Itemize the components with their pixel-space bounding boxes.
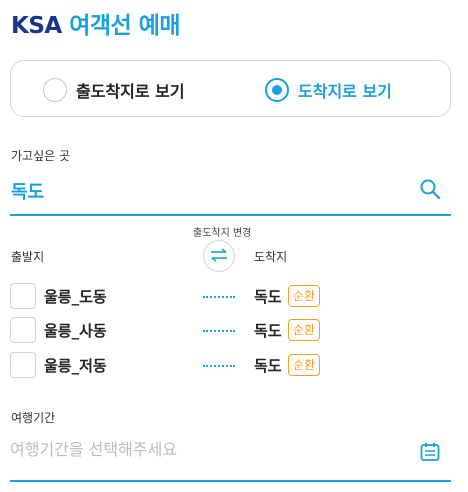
brand-name: KSA [11, 13, 62, 39]
radio-button-selected[interactable] [265, 77, 289, 102]
title-text: 여객선 예매 [69, 13, 181, 39]
swap-arrows-icon [210, 247, 228, 266]
route-type-badge: 순환 [288, 285, 321, 307]
period-field[interactable] [10, 432, 451, 482]
radio-label: 도착지로 보기 [298, 81, 392, 101]
route-connector [203, 365, 235, 367]
period-input[interactable] [10, 440, 390, 459]
route-checkbox[interactable] [10, 317, 36, 343]
swap-label: 출도착지 변경 [193, 228, 252, 239]
route-row[interactable]: 울릉_도동 독도 순환 [10, 283, 451, 311]
destination-label: 가고싶은 곳 [11, 149, 71, 163]
radio-label: 출도착지로 보기 [76, 81, 185, 101]
radio-option-destination[interactable]: 도착지로 보기 [265, 61, 392, 118]
page-title: KSA 여객선 예매 [11, 6, 181, 40]
route-row[interactable]: 울릉_저동 독도 순환 [10, 352, 451, 380]
route-arrival: 독도 [254, 288, 282, 306]
departure-column-header: 출발지 [11, 250, 45, 264]
route-departure: 울릉_저동 [44, 357, 107, 375]
route-connector [203, 330, 235, 332]
route-row[interactable]: 울릉_사동 독도 순환 [10, 317, 451, 345]
calendar-icon[interactable] [419, 441, 441, 463]
view-mode-selector: 출도착지로 보기 도착지로 보기 [10, 60, 451, 117]
route-connector [203, 296, 235, 298]
radio-button-unselected[interactable] [43, 77, 67, 102]
route-arrival: 독도 [254, 357, 282, 375]
route-departure: 울릉_도동 [44, 288, 107, 306]
period-label: 여행기간 [11, 411, 56, 425]
route-type-badge: 순환 [288, 354, 321, 376]
destination-value: 독도 [11, 182, 45, 203]
swap-button[interactable] [203, 240, 235, 272]
arrival-column-header: 도착지 [254, 250, 288, 264]
radio-option-origin-destination[interactable]: 출도착지로 보기 [43, 61, 185, 118]
route-arrival: 독도 [254, 322, 282, 340]
route-type-badge: 순환 [288, 319, 321, 341]
destination-field[interactable]: 독도 [10, 170, 451, 216]
route-departure: 울릉_사동 [44, 322, 107, 340]
route-checkbox[interactable] [10, 283, 36, 309]
route-checkbox[interactable] [10, 352, 36, 378]
search-icon[interactable] [419, 178, 441, 200]
